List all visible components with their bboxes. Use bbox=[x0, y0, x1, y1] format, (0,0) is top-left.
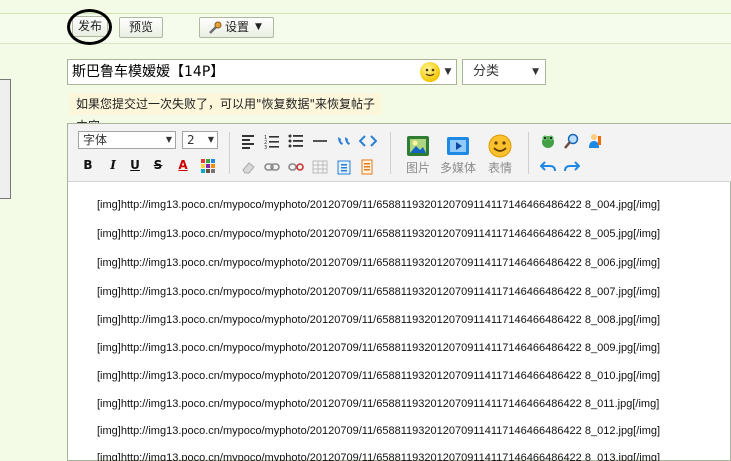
settings-label: 设置 bbox=[225, 20, 250, 34]
paste-word-icon[interactable] bbox=[359, 159, 375, 175]
background-color-icon[interactable] bbox=[201, 159, 215, 175]
content-line: [img]http://img13.poco.cn/mypoco/myphoto… bbox=[97, 228, 661, 240]
category-select[interactable]: 分类 ▼ bbox=[462, 59, 546, 85]
multimedia-icon[interactable] bbox=[446, 134, 470, 158]
toolbar-separator bbox=[229, 132, 230, 174]
content-line: [img]http://img13.poco.cn/mypoco/myphoto… bbox=[97, 342, 661, 354]
side-panel-edge bbox=[0, 79, 11, 199]
unlink-icon[interactable] bbox=[288, 159, 304, 175]
multimedia-label[interactable]: 多媒体 bbox=[437, 159, 479, 176]
paste-text-icon[interactable] bbox=[336, 159, 352, 175]
font-family-value: 字体 bbox=[83, 133, 108, 147]
editor-toolbar: 字体 ▼ 2 ▼ B I U S A 1 2 3 图片 多媒体 表情 bbox=[68, 124, 731, 182]
chevron-down-icon: ▼ bbox=[165, 135, 172, 144]
toolbar-separator bbox=[390, 132, 391, 174]
settings-button[interactable]: 设置 ▼ bbox=[199, 17, 274, 38]
content-line: [img]http://img13.poco.cn/mypoco/myphoto… bbox=[97, 257, 661, 269]
preview-button[interactable]: 预览 bbox=[119, 17, 163, 38]
code-icon[interactable] bbox=[358, 133, 378, 149]
underline-button[interactable]: U bbox=[128, 157, 142, 173]
annotation-circle bbox=[67, 9, 112, 45]
toolbar-separator bbox=[528, 132, 529, 174]
content-line: [img]http://img13.poco.cn/mypoco/myphoto… bbox=[97, 199, 661, 211]
category-label: 分类 bbox=[473, 64, 500, 79]
content-line: [img]http://img13.poco.cn/mypoco/myphoto… bbox=[97, 452, 661, 461]
quote-icon[interactable] bbox=[336, 133, 352, 149]
eraser-icon[interactable] bbox=[240, 159, 256, 175]
text-color-button[interactable]: A bbox=[176, 157, 190, 173]
wrench-icon bbox=[209, 21, 222, 34]
content-line: [img]http://img13.poco.cn/mypoco/myphoto… bbox=[97, 286, 661, 298]
image-label[interactable]: 图片 bbox=[403, 159, 433, 176]
restore-hint: 如果您提交过一次失败了，可以用"恢复数据"来恢复帖子内容 bbox=[70, 93, 382, 133]
emoticon-label[interactable]: 表情 bbox=[484, 159, 516, 176]
editor-content[interactable]: [img]http://img13.poco.cn/mypoco/myphoto… bbox=[68, 182, 731, 461]
redo-icon[interactable] bbox=[564, 158, 581, 174]
link-icon[interactable] bbox=[264, 159, 280, 175]
undo-icon[interactable] bbox=[539, 158, 556, 174]
content-line: [img]http://img13.poco.cn/mypoco/myphoto… bbox=[97, 398, 660, 410]
chevron-down-icon: ▼ bbox=[207, 135, 214, 144]
smiley-face-icon bbox=[425, 68, 435, 77]
content-line: [img]http://img13.poco.cn/mypoco/myphoto… bbox=[97, 370, 661, 382]
emoji-dropdown-icon[interactable]: ▼ bbox=[441, 62, 455, 82]
find-replace-icon[interactable] bbox=[564, 133, 580, 149]
horizontal-rule-icon[interactable] bbox=[312, 133, 328, 149]
bulleted-list-icon[interactable] bbox=[288, 133, 304, 149]
top-strip bbox=[0, 0, 731, 14]
numbered-list-icon[interactable]: 1 2 3 bbox=[264, 133, 280, 151]
table-icon[interactable] bbox=[312, 159, 328, 175]
font-size-select[interactable]: 2 ▼ bbox=[182, 131, 218, 149]
smiley-icon[interactable] bbox=[420, 62, 440, 82]
user-icon[interactable] bbox=[587, 133, 603, 149]
svg-text:3: 3 bbox=[264, 145, 267, 149]
italic-button[interactable]: I bbox=[106, 157, 120, 173]
content-line: [img]http://img13.poco.cn/mypoco/myphoto… bbox=[97, 425, 661, 437]
emoticon-icon[interactable] bbox=[488, 134, 512, 158]
bold-button[interactable]: B bbox=[81, 157, 95, 173]
font-size-value: 2 bbox=[187, 133, 195, 147]
image-icon[interactable] bbox=[406, 134, 430, 158]
font-family-select[interactable]: 字体 ▼ bbox=[78, 131, 176, 149]
chevron-down-icon: ▼ bbox=[255, 22, 262, 32]
strikethrough-button[interactable]: S bbox=[151, 157, 165, 173]
align-left-icon[interactable] bbox=[240, 133, 256, 149]
chevron-down-icon: ▼ bbox=[532, 67, 539, 77]
title-input[interactable]: 斯巴鲁车模嫒嫒【14P】 bbox=[67, 59, 457, 85]
post-editor: 字体 ▼ 2 ▼ B I U S A 1 2 3 图片 多媒体 表情 [img]… bbox=[67, 123, 731, 461]
frog-icon[interactable] bbox=[540, 133, 556, 149]
content-line: [img]http://img13.poco.cn/mypoco/myphoto… bbox=[97, 314, 661, 326]
